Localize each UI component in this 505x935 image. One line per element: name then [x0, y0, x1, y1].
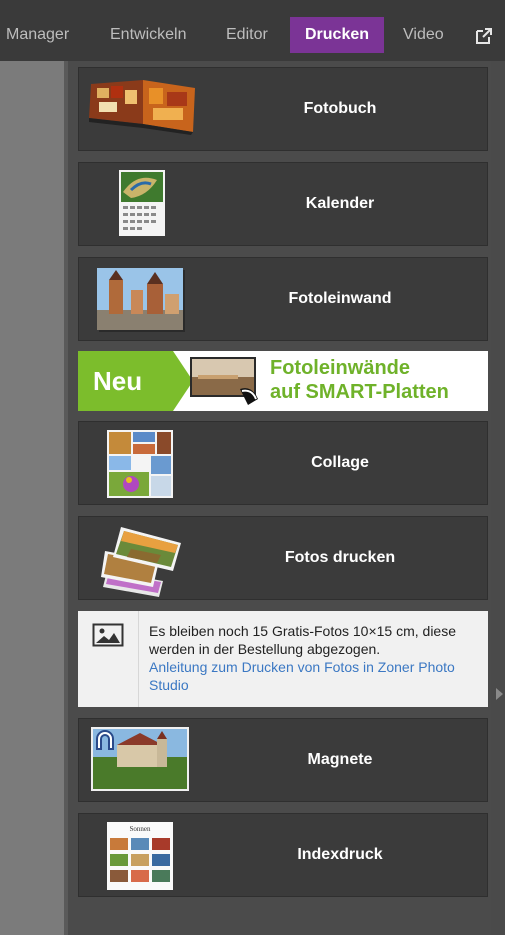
- left-panel: [0, 61, 64, 935]
- fotos-drucken-thumbnail: [101, 527, 181, 597]
- fotoleinwand-card[interactable]: Fotoleinwand: [78, 257, 488, 341]
- collage-label: Collage: [311, 454, 369, 471]
- kalender-label: Kalender: [305, 195, 375, 212]
- indexdruck-thumb-title: Sonnen: [129, 825, 151, 833]
- banner-line-1: Fotoleinwände: [270, 357, 410, 379]
- tab-entwickeln[interactable]: Entwickeln: [110, 17, 186, 53]
- external-link-icon[interactable]: [474, 26, 494, 46]
- image-icon: [92, 623, 124, 647]
- promo-banner[interactable]: Neu Fotoleinwände auf SMART-Platten: [78, 351, 488, 411]
- banner-line-2: auf SMART-Platten: [270, 381, 449, 403]
- magnete-thumbnail: [91, 727, 189, 791]
- top-navigation: Manager Entwickeln Editor Drucken Video: [0, 0, 505, 61]
- info-message: Es bleiben noch 15 Gratis-Fotos 10×15 cm…: [149, 623, 457, 657]
- collage-card[interactable]: Collage: [78, 421, 488, 505]
- magnete-card[interactable]: Magnete: [78, 718, 488, 802]
- tab-manager[interactable]: Manager: [6, 17, 69, 53]
- panel-divider[interactable]: [64, 61, 68, 935]
- info-box: Es bleiben noch 15 Gratis-Fotos 10×15 cm…: [78, 611, 488, 707]
- fotobuch-label: Fotobuch: [303, 100, 377, 117]
- indexdruck-card[interactable]: Sonnen Indexdruck: [78, 813, 488, 897]
- fotoleinwand-thumbnail: [97, 268, 185, 332]
- indexdruck-thumbnail: Sonnen: [107, 822, 173, 890]
- info-text: Es bleiben noch 15 Gratis-Fotos 10×15 cm…: [149, 622, 479, 694]
- banner-badge: Neu: [93, 366, 143, 396]
- collage-thumbnail: [107, 430, 173, 498]
- tab-drucken[interactable]: Drucken: [290, 17, 385, 53]
- banner-canvas-image: [190, 357, 258, 405]
- fotos-drucken-card[interactable]: Fotos drucken: [78, 516, 488, 600]
- banner-headline: Fotoleinwände auf SMART-Platten: [270, 356, 449, 404]
- fotos-drucken-label: Fotos drucken: [284, 549, 396, 566]
- kalender-thumbnail: [119, 170, 165, 236]
- fotobuch-card[interactable]: Fotobuch: [78, 67, 488, 151]
- indexdruck-label: Indexdruck: [297, 846, 383, 863]
- expand-arrow-icon[interactable]: [496, 688, 503, 700]
- fotobuch-thumbnail: [89, 80, 195, 135]
- magnete-label: Magnete: [307, 751, 373, 768]
- right-scroll-rail: [491, 61, 505, 935]
- tab-video[interactable]: Video: [403, 17, 444, 53]
- help-link[interactable]: Anleitung zum Drucken von Fotos in Zoner…: [149, 659, 455, 693]
- kalender-card[interactable]: Kalender: [78, 162, 488, 246]
- tab-editor[interactable]: Editor: [226, 17, 268, 53]
- fotoleinwand-label: Fotoleinwand: [288, 290, 392, 307]
- info-icon-column: [78, 611, 139, 707]
